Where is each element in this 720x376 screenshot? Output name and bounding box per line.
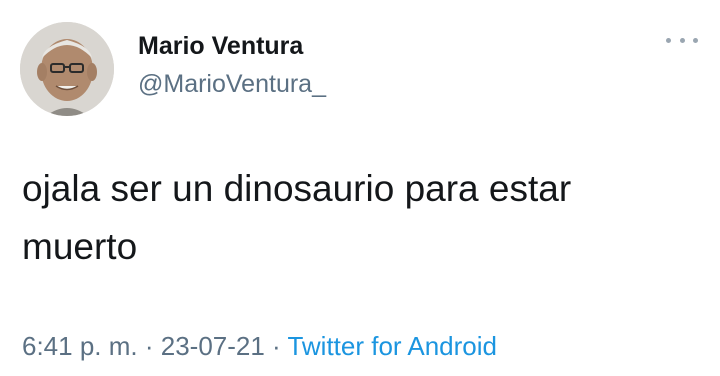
- tweet-time[interactable]: 6:41 p. m.: [22, 331, 138, 361]
- more-options-icon[interactable]: [666, 30, 698, 50]
- tweet-text: ojala ser un dinosaurio para estar muert…: [22, 168, 572, 267]
- tweet-source-link[interactable]: Twitter for Android: [287, 331, 497, 361]
- tweet-date[interactable]: 23-07-21: [161, 331, 265, 361]
- meta-separator: ·: [264, 331, 288, 361]
- tweet-card: Mario Ventura @MarioVentura_ ojala ser u…: [0, 0, 720, 376]
- avatar-photo: [20, 22, 114, 116]
- dot-icon: [693, 37, 698, 43]
- tweet-meta: 6:41 p. m. · 23-07-21 · Twitter for Andr…: [22, 328, 497, 364]
- author-handle[interactable]: @MarioVentura_: [138, 68, 326, 100]
- avatar[interactable]: [20, 22, 114, 116]
- dot-icon: [679, 37, 685, 43]
- dot-icon: [666, 37, 671, 43]
- author-name[interactable]: Mario Ventura: [138, 30, 303, 62]
- meta-separator: ·: [137, 331, 161, 361]
